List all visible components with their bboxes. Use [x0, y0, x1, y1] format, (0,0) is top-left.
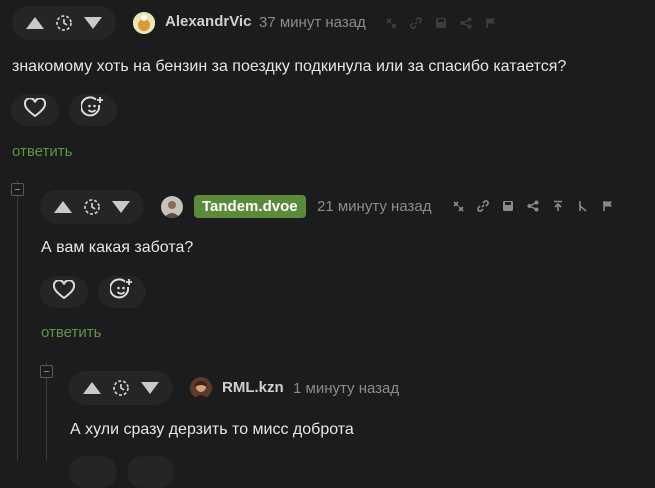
avatar[interactable] — [161, 196, 183, 218]
reaction-button[interactable] — [127, 456, 175, 488]
author-name[interactable]: AlexandrVic — [165, 13, 251, 30]
pin-top-icon[interactable] — [551, 199, 565, 213]
save-icon[interactable] — [501, 199, 515, 213]
comment-tools — [451, 199, 615, 213]
save-icon[interactable] — [434, 16, 448, 30]
timer-icon — [48, 6, 80, 40]
reply-link[interactable]: ответить — [12, 143, 72, 160]
share-icon[interactable] — [459, 16, 473, 30]
rating-control — [12, 6, 116, 40]
arrow-up-icon[interactable] — [50, 190, 76, 224]
smiley-add-icon — [109, 277, 134, 307]
comment-text: А вам какая забота? — [41, 239, 194, 256]
comment-text: А хули сразу дерзить то мисс доброта — [70, 421, 354, 438]
collapse-toggle[interactable] — [11, 183, 24, 196]
heart-icon — [23, 96, 47, 123]
arrow-down-icon[interactable] — [108, 190, 134, 224]
collapse-toggle[interactable] — [40, 365, 53, 378]
flag-icon[interactable] — [484, 16, 498, 30]
heart-icon — [52, 278, 76, 305]
reaction-button[interactable] — [69, 94, 117, 126]
comment-time[interactable]: 37 минут назад — [259, 14, 366, 31]
timer-icon — [76, 190, 108, 224]
reply-link[interactable]: ответить — [41, 324, 101, 341]
rating-control — [40, 190, 144, 224]
branch-icon[interactable] — [451, 199, 465, 213]
arrow-up-icon[interactable] — [79, 371, 105, 405]
timer-icon — [105, 371, 137, 405]
flag-icon[interactable] — [601, 199, 615, 213]
like-button[interactable] — [69, 456, 117, 488]
share-icon[interactable] — [526, 199, 540, 213]
comment-time[interactable]: 21 минуту назад — [317, 198, 431, 215]
link-icon[interactable] — [409, 16, 423, 30]
arrow-down-icon[interactable] — [137, 371, 163, 405]
author-name[interactable]: RML.kzn — [222, 379, 284, 396]
author-name[interactable]: Tandem.dvoe — [194, 195, 306, 218]
thread-line[interactable] — [17, 180, 18, 460]
smiley-add-icon — [80, 95, 105, 125]
avatar[interactable] — [190, 377, 212, 399]
avatar[interactable] — [133, 12, 155, 34]
rating-control — [69, 371, 173, 405]
comment-time[interactable]: 1 минуту назад — [293, 380, 399, 397]
arrow-down-icon[interactable] — [80, 6, 106, 40]
reaction-button[interactable] — [98, 276, 146, 308]
branch-icon[interactable] — [384, 16, 398, 30]
arrow-up-icon[interactable] — [22, 6, 48, 40]
like-button[interactable] — [11, 94, 59, 126]
link-icon[interactable] — [476, 199, 490, 213]
like-button[interactable] — [40, 276, 88, 308]
edit-icon[interactable] — [576, 199, 590, 213]
comment-text: знакомому хоть на бензин за поездку подк… — [12, 58, 567, 75]
comment-tools — [384, 16, 498, 30]
